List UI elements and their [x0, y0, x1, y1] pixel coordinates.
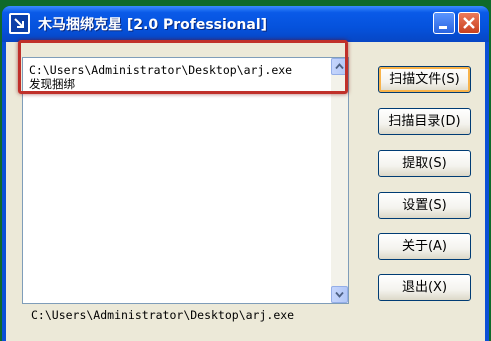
scroll-up-button[interactable]	[331, 58, 348, 75]
extract-button[interactable]: 提取(S)	[378, 150, 471, 177]
exit-button[interactable]: 退出(X)	[378, 274, 471, 301]
scan-file-button[interactable]: 扫描文件(S)	[378, 66, 471, 93]
chevron-up-icon	[335, 63, 344, 70]
window-title: 木马捆绑克星 [2.0 Professional]	[38, 17, 268, 33]
client-area: C:\Users\Administrator\Desktop\arj.exe 发…	[6, 42, 485, 341]
close-icon	[463, 17, 475, 29]
list-item[interactable]: C:\Users\Administrator\Desktop\arj.exe 发…	[29, 63, 292, 91]
app-arrow-icon[interactable]	[9, 13, 30, 34]
scan-directory-button[interactable]: 扫描目录(D)	[378, 108, 471, 135]
vertical-scrollbar[interactable]	[331, 58, 348, 303]
list-item-status: 发现捆绑	[29, 77, 75, 91]
result-listbox[interactable]: C:\Users\Administrator\Desktop\arj.exe 发…	[22, 57, 349, 304]
about-button[interactable]: 关于(A)	[378, 233, 471, 260]
main-window: 木马捆绑克星 [2.0 Professional] C:\Users\Admin…	[2, 6, 489, 341]
title-bar[interactable]: 木马捆绑克星 [2.0 Professional]	[2, 6, 489, 42]
list-item-path: C:\Users\Administrator\Desktop\arj.exe	[29, 63, 293, 77]
settings-button[interactable]: 设置(S)	[378, 192, 471, 219]
scroll-down-button[interactable]	[331, 286, 348, 303]
chevron-down-icon	[335, 291, 344, 298]
minimize-icon	[439, 26, 447, 29]
close-button[interactable]	[458, 12, 480, 34]
minimize-button[interactable]	[433, 12, 455, 34]
status-path: C:\Users\Administrator\Desktop\arj.exe	[31, 308, 295, 322]
